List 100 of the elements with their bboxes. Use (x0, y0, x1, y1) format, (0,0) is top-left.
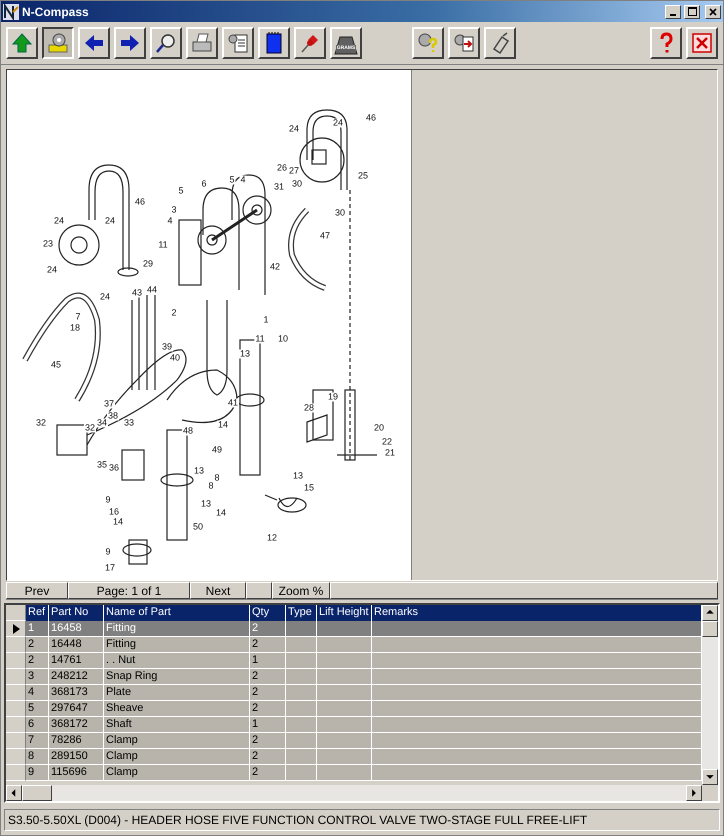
callout-number: 2 (170, 308, 178, 318)
table-cell (286, 621, 317, 637)
callout-number: 6 (200, 180, 208, 188)
table-cell: Sheave (104, 701, 250, 717)
callout-number: 18 (69, 324, 81, 332)
next-button[interactable]: Next (190, 582, 246, 599)
callout-number: 8 (214, 474, 220, 482)
table-cell: 1 (250, 717, 286, 733)
table-cell (286, 701, 317, 717)
column-header[interactable]: Qty (250, 605, 286, 621)
table-cell (286, 749, 317, 765)
table-cell: 2 (250, 749, 286, 765)
column-header[interactable]: Lift Height (317, 605, 372, 621)
table-cell: Clamp (104, 765, 250, 781)
column-header[interactable]: Remarks (372, 605, 702, 621)
callout-number: 50 (192, 522, 204, 532)
callout-number: 24 (46, 266, 58, 274)
table-cell: 8 (26, 749, 49, 765)
table-cell (286, 653, 317, 669)
pager-blank-cell (246, 582, 272, 599)
table-cell (286, 765, 317, 781)
callout-number: 10 (277, 334, 289, 344)
table-cell: Clamp (104, 733, 250, 749)
column-header[interactable]: Part No (49, 605, 104, 621)
table-cell (317, 749, 372, 765)
table-cell: 289150 (49, 749, 104, 765)
table-cell (317, 669, 372, 685)
callout-number: 19 (327, 392, 339, 402)
table-cell (317, 733, 372, 749)
callout-number: 49 (211, 446, 223, 454)
callout-number: 12 (266, 534, 278, 542)
gear-question-icon (416, 31, 440, 55)
callout-number: 16 (108, 508, 120, 516)
scroll-down-button[interactable] (702, 769, 718, 785)
row-header[interactable] (6, 621, 26, 637)
scroll-thumb[interactable] (702, 621, 718, 637)
callout-number: 9 (104, 548, 112, 556)
close-icon (709, 8, 717, 16)
callout-number: 22 (381, 438, 393, 446)
callout-number: 14 (217, 420, 229, 430)
callout-number: 39 (161, 342, 173, 352)
callout-number: 45 (50, 360, 62, 370)
callout-number: 24 (53, 216, 65, 226)
callout-number: 25 (357, 172, 369, 180)
callout-number: 34 (96, 418, 108, 428)
current-row-icon (12, 624, 20, 634)
window-title: N-Compass (22, 4, 90, 18)
zoom-button[interactable]: Zoom % (272, 582, 330, 599)
prev-button[interactable]: Prev (6, 582, 68, 599)
callout-number: 29 (142, 260, 154, 268)
callout-number: 30 (334, 208, 346, 218)
table-cell: Fitting (104, 621, 250, 637)
horizontal-scrollbar[interactable] (6, 785, 702, 801)
callout-number: 24 (99, 292, 111, 302)
table-cell: 16448 (49, 637, 104, 653)
callout-number: 13 (200, 500, 212, 508)
table-cell: Plate (104, 685, 250, 701)
callout-number: 31 (273, 182, 285, 192)
table-cell: 1 (26, 621, 49, 637)
table-cell: Clamp (104, 749, 250, 765)
minimize-button[interactable] (665, 4, 681, 18)
table-cell: Shaft (104, 717, 250, 733)
vertical-scrollbar[interactable] (702, 605, 718, 785)
table-cell: 3 (26, 669, 49, 685)
callout-number: 42 (269, 262, 281, 272)
table-cell: Fitting (104, 637, 250, 653)
table-cell: 6 (26, 717, 49, 733)
callout-number: 14 (215, 508, 227, 518)
scroll-up-button[interactable] (702, 605, 718, 621)
page-indicator: Page: 1 of 1 (68, 582, 190, 599)
app-logo-icon (3, 4, 19, 20)
table-cell (317, 621, 372, 637)
callout-number: 4 (240, 176, 246, 184)
toolbar-button[interactable] (42, 27, 74, 59)
table-cell (317, 701, 372, 717)
table-cell: 2 (250, 685, 286, 701)
callout-number: 21 (384, 448, 396, 458)
column-header[interactable]: Ref (26, 605, 49, 621)
scroll-left-button[interactable] (6, 785, 22, 801)
table-cell: 2 (250, 701, 286, 717)
maximize-button[interactable] (684, 4, 700, 18)
callout-number: 5 (178, 186, 184, 196)
table-cell (286, 637, 317, 653)
callout-number: 24 (332, 118, 344, 128)
scroll-right-button[interactable] (686, 785, 702, 801)
column-header[interactable]: Name of Part (104, 605, 250, 621)
callout-number: 32 (35, 418, 47, 428)
table-cell: 4 (26, 685, 49, 701)
scroll-thumb[interactable] (22, 785, 52, 801)
column-header[interactable]: Type (286, 605, 317, 621)
close-button[interactable] (705, 4, 721, 18)
table-cell (317, 653, 372, 669)
callout-number: 28 (303, 404, 315, 412)
table-cell (286, 685, 317, 701)
table-cell: 368172 (49, 717, 104, 733)
callout-number: 48 (182, 426, 194, 436)
callout-number: 35 (96, 460, 108, 470)
callout-number: 9 (104, 496, 112, 504)
table-cell: 368173 (49, 685, 104, 701)
callout-number: 36 (108, 464, 120, 472)
